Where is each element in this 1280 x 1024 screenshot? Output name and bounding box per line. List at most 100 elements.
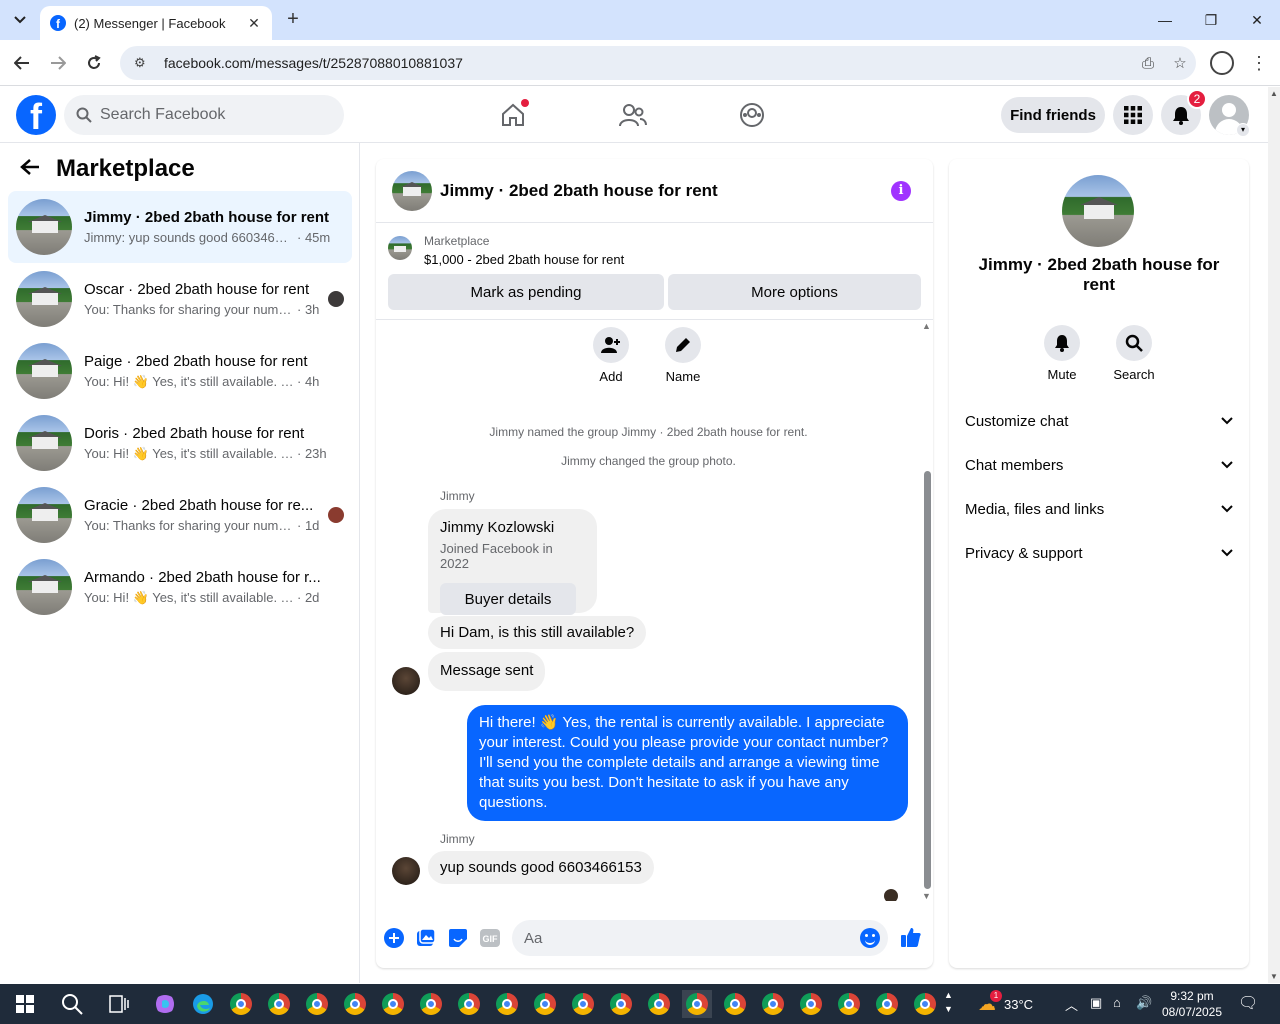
facebook-logo-icon[interactable]: f <box>16 95 56 135</box>
close-window-button[interactable]: ✕ <box>1234 0 1280 40</box>
chrome-taskbar-icon[interactable] <box>606 990 636 1018</box>
scroll-down-arrow-icon[interactable]: ▼ <box>1270 972 1278 981</box>
forward-button[interactable] <box>46 51 70 75</box>
taskbar-overflow-arrows-icon[interactable]: ▲ ▼ <box>944 988 953 1016</box>
bookmark-star-icon[interactable]: ☆ <box>1164 54 1196 72</box>
browser-profile-icon[interactable] <box>1210 51 1234 75</box>
chrome-taskbar-icon[interactable] <box>416 990 446 1018</box>
chrome-taskbar-icon[interactable] <box>264 990 294 1018</box>
groups-nav-button[interactable] <box>736 99 768 131</box>
conversation-item[interactable]: Oscar · 2bed 2bath house for rent You: Th… <box>8 263 352 335</box>
menu-button[interactable] <box>1113 95 1153 135</box>
friends-nav-button[interactable] <box>617 99 649 131</box>
restore-button[interactable]: ❐ <box>1188 0 1234 40</box>
weather-widget[interactable]: ☁ 1 33°C <box>978 990 1033 1015</box>
scroll-down-arrow-icon[interactable]: ▼ <box>922 891 931 901</box>
hidden-icons-chevron-icon[interactable]: ︿ <box>1065 995 1078 1014</box>
site-info-icon[interactable]: ⚙ <box>134 55 154 71</box>
conversation-item[interactable]: Doris · 2bed 2bath house for rent You: Hi… <box>8 407 352 479</box>
chrome-taskbar-icon[interactable] <box>910 990 940 1018</box>
conversation-item[interactable]: Jimmy · 2bed 2bath house for rent Jimmy: … <box>8 191 352 263</box>
like-button[interactable] <box>900 926 922 948</box>
group-photo[interactable] <box>1062 175 1134 247</box>
sender-avatar[interactable] <box>392 857 420 885</box>
browser-tab[interactable]: f (2) Messenger | Facebook ✕ <box>40 6 272 40</box>
attach-photo-button[interactable] <box>416 928 436 948</box>
chrome-taskbar-icon[interactable] <box>454 990 484 1018</box>
address-bar[interactable]: ⚙ facebook.com/messages/t/25287088010881… <box>120 46 1196 80</box>
account-chevron-icon[interactable]: ▾ <box>1236 123 1250 137</box>
chrome-taskbar-icon[interactable] <box>568 990 598 1018</box>
add-member-action[interactable]: Add <box>581 327 641 384</box>
mark-as-pending-button[interactable]: Mark as pending <box>388 274 664 310</box>
chrome-taskbar-icon[interactable] <box>720 990 750 1018</box>
edge-icon[interactable] <box>188 990 218 1018</box>
system-clock[interactable]: 9:32 pm 08/07/2025 <box>1158 988 1226 1020</box>
chrome-taskbar-icon[interactable] <box>530 990 560 1018</box>
chrome-taskbar-icon[interactable] <box>492 990 522 1018</box>
page-scrollbar[interactable]: ▲ ▼ <box>1268 87 1280 983</box>
conversation-item[interactable]: Paige · 2bed 2bath house for rent You: Hi… <box>8 335 352 407</box>
listing-thumbnail[interactable] <box>388 236 412 260</box>
new-tab-button[interactable]: + <box>282 8 304 30</box>
conversation-item[interactable]: Gracie · 2bed 2bath house for re... You: … <box>8 479 352 551</box>
conversation-item[interactable]: Armando · 2bed 2bath house for r... You: … <box>8 551 352 623</box>
chrome-taskbar-icon[interactable] <box>758 990 788 1018</box>
sticker-button[interactable] <box>448 928 468 948</box>
volume-icon[interactable]: 🔊 <box>1136 995 1152 1011</box>
reload-button[interactable] <box>82 51 106 75</box>
chat-avatar[interactable] <box>392 170 432 211</box>
scroll-up-arrow-icon[interactable]: ▲ <box>922 321 931 331</box>
message-input[interactable]: Aa <box>512 920 888 956</box>
network-icon[interactable]: ⌂ <box>1113 995 1121 1010</box>
more-options-button[interactable]: More options <box>668 274 921 310</box>
chrome-taskbar-icon[interactable] <box>226 990 256 1018</box>
edit-name-action[interactable]: Name <box>653 327 713 384</box>
taskbar-search-icon[interactable] <box>57 990 87 1018</box>
chrome-taskbar-icon[interactable] <box>378 990 408 1018</box>
buyer-details-button[interactable]: Buyer details <box>440 583 576 615</box>
privacy-support-section[interactable]: Privacy & support <box>957 531 1241 575</box>
chrome-taskbar-icon[interactable] <box>834 990 864 1018</box>
home-nav-button[interactable] <box>497 99 529 131</box>
chat-members-section[interactable]: Chat members <box>957 443 1241 487</box>
customize-chat-section[interactable]: Customize chat <box>957 399 1241 443</box>
mute-action[interactable]: Mute <box>1032 325 1092 382</box>
incoming-message[interactable]: yup sounds good 6603466153 <box>428 851 654 884</box>
scroll-up-arrow-icon[interactable]: ▲ <box>1270 89 1278 98</box>
gif-button[interactable]: GIF <box>480 928 500 948</box>
more-actions-button[interactable] <box>384 928 404 948</box>
chrome-taskbar-icon[interactable] <box>796 990 826 1018</box>
outgoing-message[interactable]: Hi there! 👋 Yes, the rental is currently… <box>467 705 908 821</box>
chat-title[interactable]: Jimmy · 2bed 2bath house for rent <box>440 181 718 201</box>
chrome-taskbar-icon[interactable] <box>302 990 332 1018</box>
find-friends-button[interactable]: Find friends <box>1001 97 1105 133</box>
task-view-icon[interactable] <box>104 990 134 1018</box>
chrome-taskbar-icon[interactable] <box>340 990 370 1018</box>
emoji-icon[interactable] <box>860 928 880 948</box>
chrome-taskbar-icon[interactable] <box>682 990 712 1018</box>
search-action[interactable]: Search <box>1104 325 1164 382</box>
tab-search-button[interactable] <box>8 8 32 32</box>
back-arrow-icon[interactable] <box>20 156 40 182</box>
incoming-message[interactable]: Message sent <box>428 652 546 691</box>
sender-avatar[interactable] <box>392 667 420 695</box>
facebook-search-input[interactable]: Search Facebook <box>64 95 344 135</box>
windows-start-icon[interactable] <box>10 990 40 1018</box>
browser-menu-icon[interactable]: ⋮ <box>1250 51 1268 75</box>
notification-center-icon[interactable]: 🗨 <box>1238 993 1258 1013</box>
listing-title[interactable]: $1,000 - 2bed 2bath house for rent <box>424 252 624 267</box>
minimize-button[interactable]: — <box>1142 0 1188 40</box>
scrollbar-thumb[interactable] <box>924 471 931 889</box>
notifications-button[interactable]: 2 <box>1161 89 1207 135</box>
chrome-taskbar-icon[interactable] <box>644 990 674 1018</box>
chat-header[interactable]: Jimmy · 2bed 2bath house for rent i <box>376 159 933 223</box>
url-text[interactable]: facebook.com/messages/t/2528708801088103… <box>164 55 1132 71</box>
copilot-icon[interactable] <box>150 990 180 1018</box>
chrome-taskbar-icon[interactable] <box>872 990 902 1018</box>
info-icon[interactable]: i <box>891 181 911 201</box>
media-files-links-section[interactable]: Media, files and links <box>957 487 1241 531</box>
thread-scrollbar[interactable]: ▲ ▼ <box>921 321 933 901</box>
meet-now-icon[interactable]: ▣ <box>1090 995 1102 1011</box>
incoming-message[interactable]: Hi Dam, is this still available? <box>428 616 647 649</box>
